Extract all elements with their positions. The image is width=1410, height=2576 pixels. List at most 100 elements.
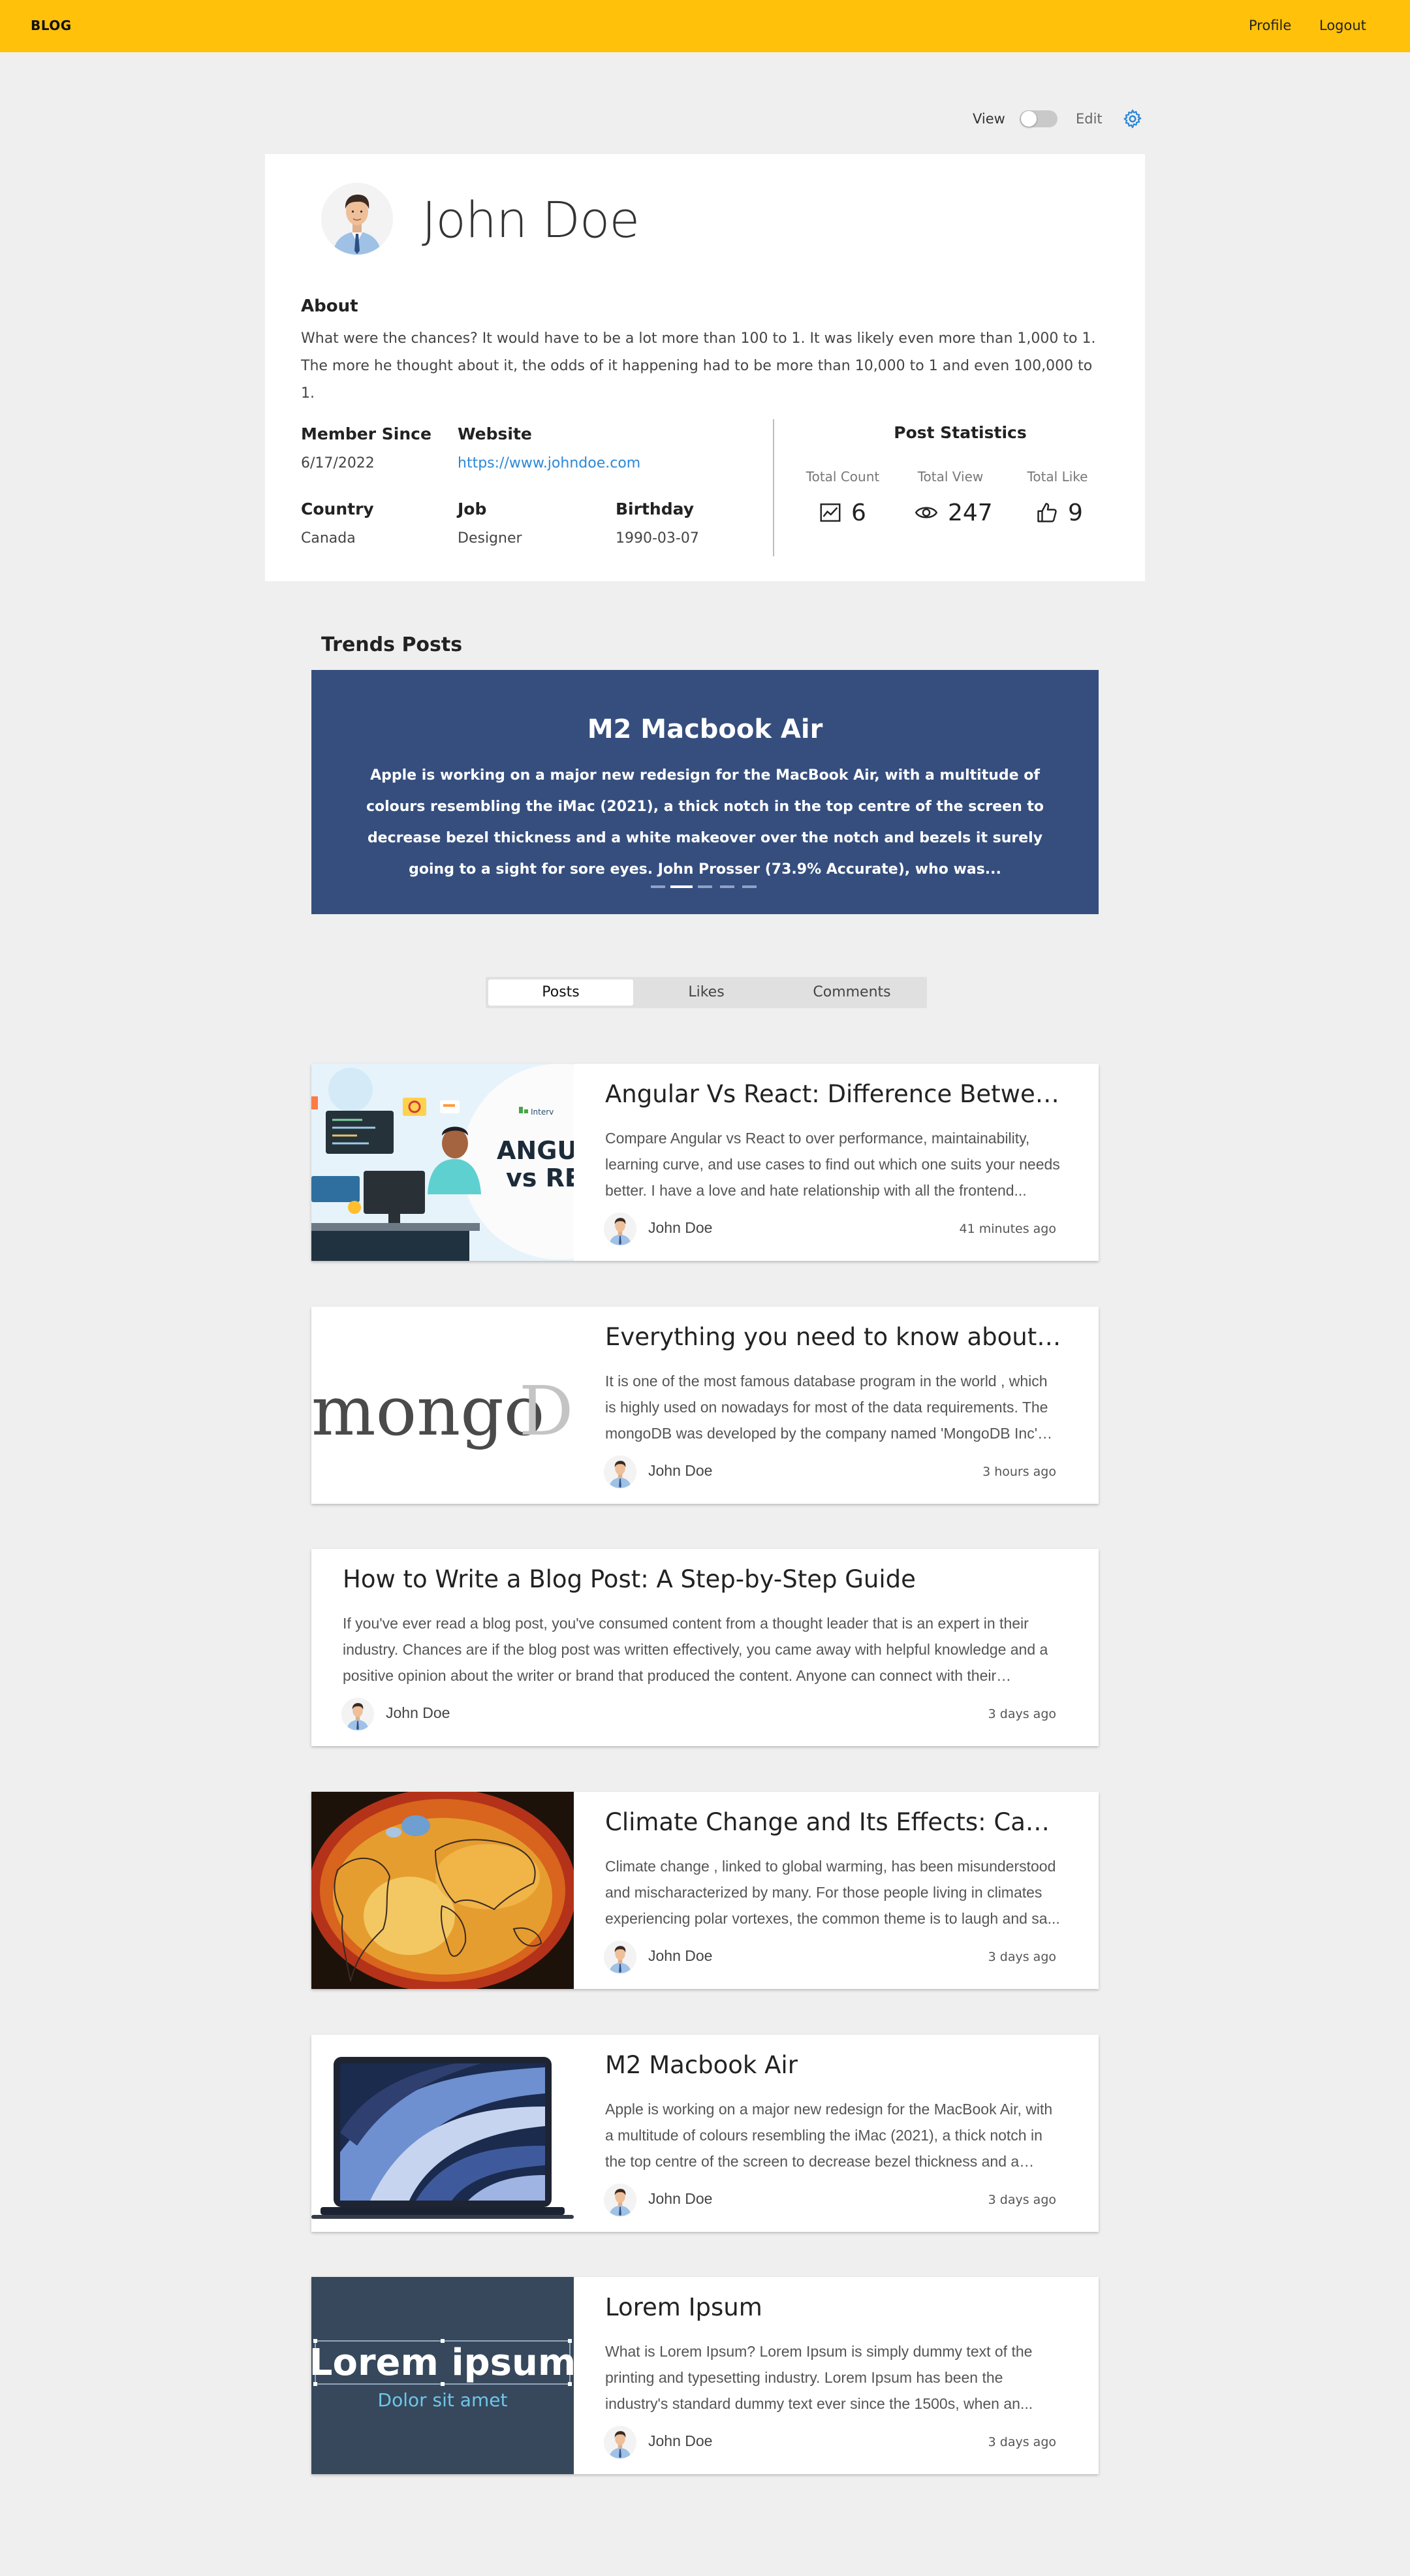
post-excerpt: If you've ever read a blog post, you've …	[343, 1615, 1048, 1684]
post-statistics-title: Post Statistics	[894, 423, 1027, 442]
edit-label: Edit	[1076, 111, 1103, 127]
brand-logo[interactable]: BLOG	[31, 18, 72, 33]
job-value: Designer	[458, 530, 522, 547]
birthday-label: Birthday	[616, 500, 694, 518]
post-author[interactable]: John Doe	[648, 1219, 712, 1237]
post-thumbnail	[311, 2035, 574, 2232]
thumb-text: ANGUL	[497, 1136, 574, 1165]
post-excerpt: Compare Angular vs React to over perform…	[605, 1130, 1060, 1199]
post-thumbnail	[311, 1792, 574, 1989]
thumb-text: vs REA	[506, 1164, 574, 1192]
post-title[interactable]: How to Write a Blog Post: A Step-by-Step…	[343, 1565, 1061, 1593]
thumb-text: D	[519, 1371, 573, 1451]
avatar	[604, 1455, 636, 1488]
post-thumbnail: Interv ANGUL vs REA	[311, 1064, 574, 1261]
tab-posts[interactable]: Posts	[488, 979, 633, 1006]
top-navbar: BLOG Profile Logout	[0, 0, 1410, 52]
carousel-slide-text: Apple is working on a major new redesign…	[366, 767, 1044, 878]
post-time: 3 days ago	[988, 1950, 1056, 1964]
thumb-text: mongo	[311, 1371, 544, 1451]
tab-likes[interactable]: Likes	[634, 979, 778, 1006]
trends-carousel[interactable]: M2 Macbook Air Apple is working on a maj…	[311, 670, 1099, 914]
post-time: 3 hours ago	[982, 1465, 1056, 1479]
total-count-stat: 6	[819, 498, 866, 528]
post-time: 3 days ago	[988, 1707, 1056, 1721]
website-link[interactable]: https://www.johndoe.com	[458, 455, 640, 471]
post-title[interactable]: Climate Change and Its Effects: Can We U…	[605, 1808, 1062, 1836]
trends-posts-heading: Trends Posts	[321, 633, 463, 656]
avatar	[341, 1698, 374, 1730]
total-view-value: 247	[948, 499, 993, 526]
country-label: Country	[301, 500, 374, 518]
country-value: Canada	[301, 530, 356, 547]
carousel-dot-4[interactable]	[720, 885, 734, 888]
post-title[interactable]: M2 Macbook Air	[605, 2051, 1062, 2079]
post-author[interactable]: John Doe	[386, 1704, 450, 1722]
total-count-value: 6	[851, 499, 866, 526]
total-view-label: Total View	[917, 469, 984, 485]
post-time: 3 days ago	[988, 2193, 1056, 2207]
avatar	[604, 2184, 636, 2216]
view-edit-toggle[interactable]	[1020, 110, 1058, 127]
post-author[interactable]: John Doe	[648, 1947, 712, 1965]
gear-icon[interactable]	[1121, 108, 1144, 130]
avatar	[321, 183, 393, 255]
divider	[773, 419, 774, 556]
nav-profile-link[interactable]: Profile	[1249, 18, 1291, 33]
birthday-value: 1990-03-07	[616, 530, 699, 547]
post-thumbnail: Lorem ipsum Dolor sit amet	[311, 2277, 574, 2474]
post-title[interactable]: Everything you need to know about Mong..…	[605, 1323, 1062, 1351]
total-count-label: Total Count	[806, 469, 880, 485]
post-excerpt: Apple is working on a major new redesign…	[605, 2101, 1053, 2170]
post-title[interactable]: Lorem Ipsum	[605, 2293, 1062, 2321]
post-thumbnail: mongo D	[311, 1307, 574, 1504]
post-time: 3 days ago	[988, 2435, 1056, 2449]
profile-card: John Doe About What were the chances? It…	[265, 154, 1145, 581]
carousel-slide-title: M2 Macbook Air	[587, 714, 823, 744]
total-like-stat: 9	[1035, 498, 1083, 528]
member-since-value: 6/17/2022	[301, 455, 375, 471]
carousel-dot-5[interactable]	[742, 885, 757, 888]
profile-name: John Doe	[422, 191, 640, 249]
post-card[interactable]: How to Write a Blog Post: A Step-by-Step…	[311, 1549, 1099, 1746]
post-excerpt: Climate change , linked to global warmin…	[605, 1858, 1060, 1927]
post-card[interactable]: mongo D Everything you need to know abou…	[311, 1307, 1099, 1504]
eye-icon	[915, 507, 938, 518]
post-card[interactable]: Lorem ipsum Dolor sit amet Lorem Ipsum W…	[311, 2277, 1099, 2474]
post-author[interactable]: John Doe	[648, 1462, 712, 1480]
job-label: Job	[458, 500, 487, 518]
thumb-text: Interv	[531, 1107, 554, 1117]
about-text: What were the chances? It would have to …	[301, 330, 1096, 402]
avatar	[604, 2426, 636, 2458]
carousel-dot-1[interactable]	[651, 885, 665, 888]
member-since-label: Member Since	[301, 424, 431, 443]
website-label: Website	[458, 424, 532, 443]
thumb-text: Lorem ipsum	[311, 2342, 574, 2384]
post-card[interactable]: Interv ANGUL vs REA Angular Vs React: Di…	[311, 1064, 1099, 1261]
carousel-dot-2[interactable]	[670, 885, 693, 888]
total-view-stat: 247	[914, 498, 993, 528]
avatar	[604, 1941, 636, 1973]
tab-comments[interactable]: Comments	[779, 979, 924, 1006]
avatar	[604, 1213, 636, 1245]
total-like-label: Total Like	[1027, 469, 1088, 485]
post-card[interactable]: Climate Change and Its Effects: Can We U…	[311, 1792, 1099, 1989]
trend-chart-icon	[820, 503, 841, 522]
post-excerpt: It is one of the most famous database pr…	[605, 1373, 1048, 1442]
post-title[interactable]: Angular Vs React: Difference Between Ang…	[605, 1080, 1062, 1108]
carousel-dot-3[interactable]	[698, 885, 712, 888]
post-time: 41 minutes ago	[959, 1222, 1057, 1236]
post-author[interactable]: John Doe	[648, 2432, 712, 2450]
thumb-text: Dolor sit amet	[378, 2389, 508, 2411]
about-heading: About	[301, 296, 358, 316]
content-tabs: Posts Likes Comments	[486, 977, 927, 1008]
post-excerpt: What is Lorem Ipsum? Lorem Ipsum is simp…	[605, 2343, 1033, 2412]
carousel-indicators	[651, 885, 762, 889]
view-edit-switcher: View Edit	[973, 108, 1142, 131]
post-author[interactable]: John Doe	[648, 2190, 712, 2208]
post-card[interactable]: M2 Macbook Air Apple is working on a maj…	[311, 2035, 1099, 2232]
thumbs-up-icon	[1037, 503, 1057, 522]
nav-logout-link[interactable]: Logout	[1319, 18, 1366, 33]
total-like-value: 9	[1068, 499, 1083, 526]
view-label: View	[973, 111, 1005, 127]
